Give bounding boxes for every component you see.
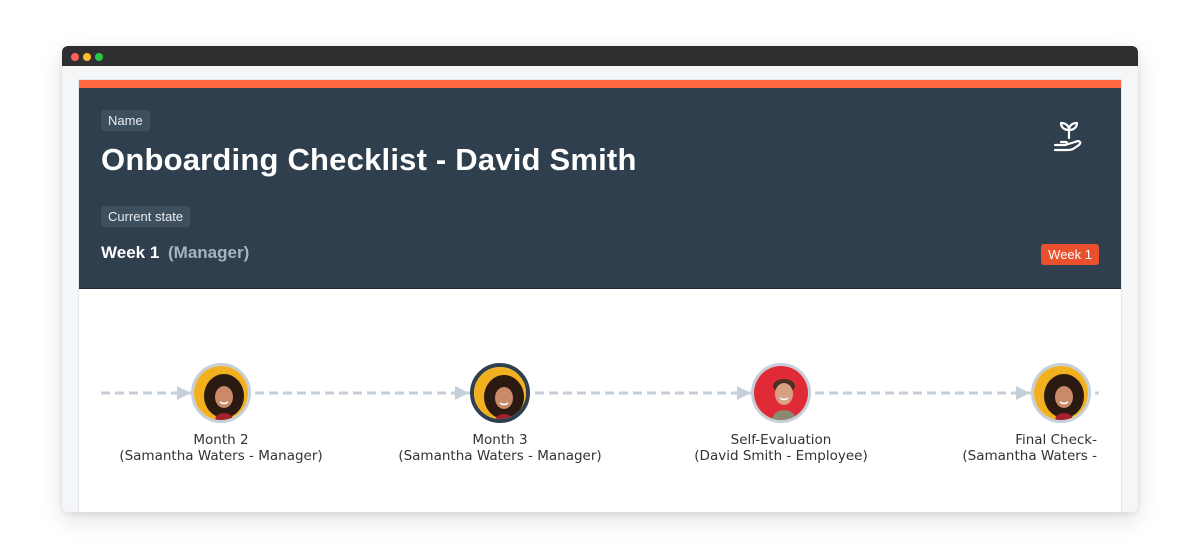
step-title: Month 2 xyxy=(193,432,249,448)
timeline-step-avatar[interactable] xyxy=(751,363,811,423)
accent-bar xyxy=(79,80,1121,88)
state-value: Week 1 xyxy=(101,243,160,262)
name-label: Name xyxy=(101,110,150,131)
timeline-step-avatar[interactable] xyxy=(1031,363,1091,423)
timeline-step-avatar[interactable] xyxy=(470,363,530,423)
arrow-icon xyxy=(455,386,469,400)
workflow-card: Name Onboarding Checklist - David Smith … xyxy=(78,79,1122,512)
card-header: Name Onboarding Checklist - David Smith … xyxy=(79,88,1121,289)
timeline-step-avatar[interactable] xyxy=(191,363,251,423)
minimize-window-button[interactable] xyxy=(83,53,91,61)
timeline-step-label: Month 3 (Samantha Waters - Manager) xyxy=(370,432,630,464)
arrow-icon xyxy=(177,386,191,400)
step-assignee: (Samantha Waters - Manager) xyxy=(119,448,323,464)
step-title: Month 3 xyxy=(472,432,528,448)
workflow-timeline: Month 2 (Samantha Waters - Manager) Month… xyxy=(79,289,1121,512)
current-state-label: Current state xyxy=(101,206,191,227)
timeline-step-label: Month 2 (Samantha Waters - Manager) xyxy=(91,432,351,464)
maximize-window-button[interactable] xyxy=(95,53,103,61)
title-bar xyxy=(62,46,1138,66)
state-role: (Manager) xyxy=(168,243,250,262)
arrow-icon xyxy=(737,386,751,400)
current-state: Week 1 (Manager) xyxy=(101,243,249,263)
browser-window: Name Onboarding Checklist - David Smith … xyxy=(62,46,1138,512)
close-window-button[interactable] xyxy=(71,53,79,61)
step-assignee: (Samantha Waters - Manager) xyxy=(398,448,602,464)
page-title: Onboarding Checklist - David Smith xyxy=(101,142,637,177)
state-badge: Week 1 xyxy=(1041,244,1099,265)
plant-in-hand-icon xyxy=(1053,121,1082,152)
step-title: Final Check- xyxy=(1015,432,1097,448)
timeline-step-label: Final Check- (Samantha Waters - xyxy=(837,432,1097,464)
arrow-icon xyxy=(1016,386,1030,400)
step-assignee: (Samantha Waters - xyxy=(962,448,1097,464)
